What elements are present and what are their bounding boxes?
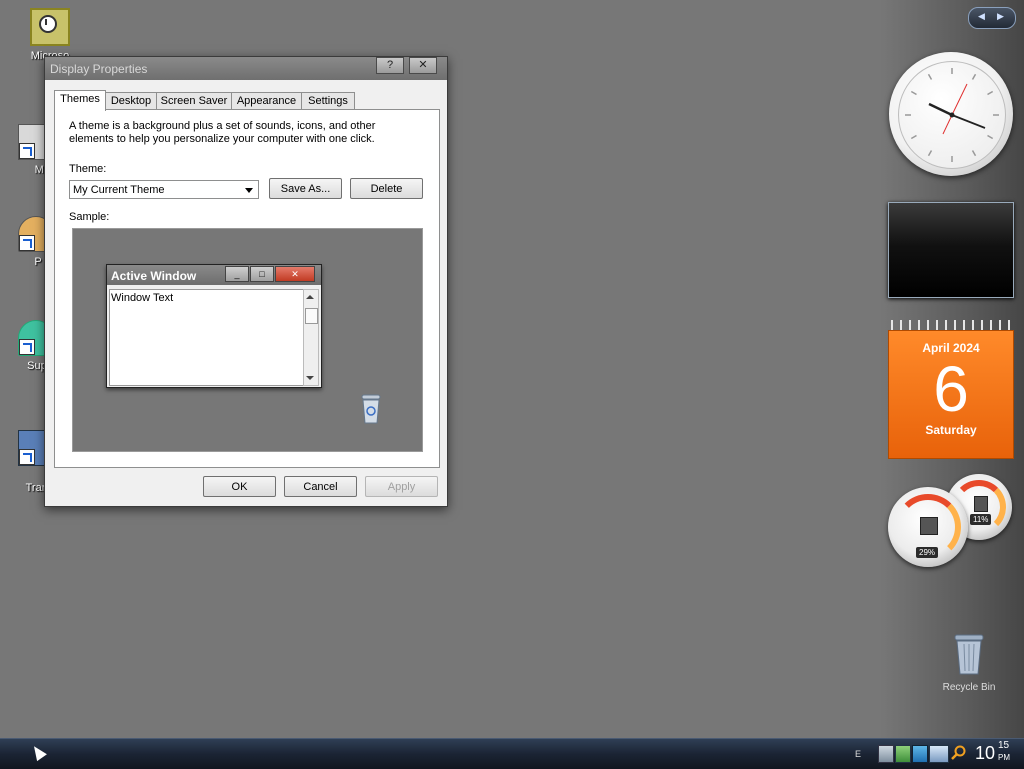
cpu-gauge[interactable]: 29% [888,487,968,567]
scroll-up-icon [306,295,314,299]
sidebar-next-icon[interactable]: ▶ [997,11,1004,22]
defender-icon[interactable] [912,745,928,763]
delete-button[interactable]: Delete [350,178,423,199]
clock-face [898,61,1006,169]
sample-label: Sample: [69,211,110,223]
memory-chip-icon [974,496,988,512]
close-icon: ✕ [275,266,315,282]
dialog-titlebar[interactable]: Display Properties ? ✕ [45,57,447,80]
recycle-bin-icon-desktop[interactable]: Recycle Bin [940,632,998,693]
tab-appearance[interactable]: Appearance [231,92,302,110]
safely-remove-icon[interactable] [895,745,911,763]
theme-label: Theme: [69,163,107,175]
recycle-bin-icon [952,632,986,676]
scroll-thumb [305,308,318,324]
taskbar-clock-ampm: PM [998,753,1010,762]
outlook-calendar-icon [30,8,70,46]
system-tray [878,745,968,763]
minimize-icon: _ [225,266,249,282]
recycle-bin-label: Recycle Bin [942,682,996,693]
apply-button[interactable]: Apply [365,476,438,497]
clock-hands-icon [905,68,999,162]
taskbar-clock-hour[interactable]: 10 [975,743,995,764]
sidebar-nav[interactable]: ◀ ▶ [968,7,1016,29]
tab-screen-saver[interactable]: Screen Saver [156,92,232,110]
clock-gadget[interactable] [889,52,1013,176]
save-as-button[interactable]: Save As... [269,178,342,199]
memory-percent: 11% [970,514,992,525]
sample-window-text: Window Text [111,292,174,304]
theme-select-value: My Current Theme [73,184,165,196]
sample-active-window: Active Window _ □ ✕ Window Text [106,264,322,388]
display-icon[interactable] [929,745,949,763]
desktop-icon-microsoft[interactable]: Microso [10,8,90,62]
close-button[interactable]: ✕ [409,57,437,74]
tab-themes[interactable]: Themes [54,90,106,111]
sample-scrollbar [303,289,319,386]
sample-window-client: Window Text [109,289,306,386]
maximize-icon: □ [250,266,274,282]
cpu-percent: 29% [916,547,939,558]
network-icon[interactable] [878,745,894,763]
chevron-down-icon[interactable] [245,188,253,193]
theme-sample-preview: Active Window _ □ ✕ Window Text [72,228,423,452]
dialog-title: Display Properties [50,62,148,76]
sample-window-titlebar: Active Window _ □ ✕ [107,265,321,285]
tab-desktop[interactable]: Desktop [105,92,157,110]
ok-button[interactable]: OK [203,476,276,497]
taskbar: E 10 15 PM [0,738,1024,769]
calendar-weekday: Saturday [925,423,977,437]
sample-window-title: Active Window [111,269,197,283]
taskbar-clock-minute: 15 [998,740,1010,751]
theme-select[interactable]: My Current Theme [69,180,259,199]
recycle-bin-icon [360,394,382,424]
tray-language-indicator[interactable]: E [855,749,861,759]
cancel-button[interactable]: Cancel [284,476,357,497]
sidebar-prev-icon[interactable]: ◀ [978,11,985,22]
calendar-page: April 2024 6 Saturday [888,330,1014,459]
slideshow-gadget[interactable] [888,202,1014,298]
tab-settings[interactable]: Settings [301,92,355,110]
themes-panel: A theme is a background plus a set of so… [54,109,440,468]
help-button[interactable]: ? [376,57,404,74]
scroll-down-icon [306,376,314,380]
search-icon[interactable] [951,745,966,761]
calendar-day: 6 [933,353,969,425]
themes-description: A theme is a background plus a set of so… [69,120,376,145]
display-properties-dialog: Display Properties ? ✕ Themes Desktop Sc… [44,56,448,507]
calendar-gadget[interactable]: April 2024 6 Saturday [888,320,1014,459]
cpu-chip-icon [920,517,938,535]
